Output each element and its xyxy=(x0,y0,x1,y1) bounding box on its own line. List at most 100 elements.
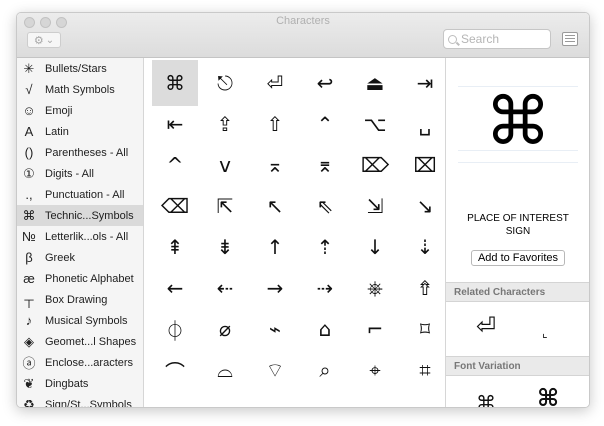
character-cell[interactable]: ⎋ xyxy=(202,60,248,106)
category-icon: ◈ xyxy=(24,333,34,349)
character-cell[interactable]: ⏎ xyxy=(252,60,298,106)
character-cell[interactable]: ⇥ xyxy=(402,60,444,106)
category-icon: ❦ xyxy=(23,375,35,391)
category-icon: ., xyxy=(25,187,33,202)
add-to-favorites-button[interactable]: Add to Favorites xyxy=(471,250,565,266)
sidebar-item-label: Bullets/Stars xyxy=(45,62,107,75)
sidebar-item-label: Geomet...l Shapes xyxy=(45,335,137,348)
character-cell[interactable]: ␣ xyxy=(402,101,444,147)
character-cell[interactable]: ⇧ xyxy=(252,101,298,147)
character-cell[interactable]: ⌗ xyxy=(402,347,444,393)
character-cell[interactable]: → xyxy=(252,265,298,311)
sidebar-item[interactable]: ✳ Bullets/Stars xyxy=(17,58,143,79)
sidebar-item-label: Sign/St...Symbols xyxy=(45,398,132,408)
search-field[interactable]: Search xyxy=(443,29,551,49)
category-icon: ✳ xyxy=(23,60,35,76)
window-title: Characters xyxy=(276,15,330,27)
category-icon: ┬ xyxy=(24,292,34,307)
character-cell[interactable]: ← xyxy=(152,265,198,311)
character-cell[interactable]: ⌕ xyxy=(302,347,348,393)
character-cell[interactable]: ⇤ xyxy=(152,101,198,147)
related-glyph[interactable]: ⏎ xyxy=(476,312,496,340)
sidebar-item-label: Punctuation - All xyxy=(45,188,125,201)
list-view-icon[interactable] xyxy=(562,32,578,46)
sidebar-item-label: Digits - All xyxy=(45,167,94,180)
character-cell[interactable]: ↖ xyxy=(252,183,298,229)
sidebar-item-label: Box Drawing xyxy=(45,293,108,306)
sidebar-item-label: Parentheses - All xyxy=(45,146,129,159)
character-cell[interactable]: ⏏ xyxy=(352,60,398,106)
sidebar-item[interactable]: () Parentheses - All xyxy=(17,142,143,163)
sidebar-item[interactable]: √ Math Symbols xyxy=(17,79,143,100)
character-cell[interactable]: ⏀ xyxy=(152,306,198,352)
character-cell[interactable]: ⇢ xyxy=(302,265,348,311)
sidebar-item-label: Musical Symbols xyxy=(45,314,128,327)
related-glyph[interactable]: ⌞ xyxy=(542,326,548,340)
character-cell[interactable]: ↩ xyxy=(302,60,348,106)
character-cell[interactable]: ⇱ xyxy=(202,183,248,229)
category-icon: ⓐ xyxy=(22,356,36,371)
character-cell[interactable]: v xyxy=(202,142,248,188)
title-bar: Characters ⚙ ⌄ Search xyxy=(17,13,589,58)
sidebar-item[interactable]: ♪ Musical Symbols xyxy=(17,310,143,331)
character-cell[interactable]: ⌫ xyxy=(152,183,198,229)
character-cell[interactable]: ↑ xyxy=(252,224,298,270)
character-cell[interactable]: ⇪ xyxy=(202,101,248,147)
sidebar-item[interactable]: ◈ Geomet...l Shapes xyxy=(17,331,143,352)
sidebar-item[interactable]: ┬ Box Drawing xyxy=(17,289,143,310)
character-cell[interactable]: ^ xyxy=(152,142,198,188)
font-variation-glyph[interactable]: ⌘ xyxy=(537,384,559,407)
character-cell[interactable]: ⌑ xyxy=(402,306,444,352)
character-cell[interactable]: ⌓ xyxy=(202,347,248,393)
sidebar-item[interactable]: ❦ Dingbats xyxy=(17,373,143,394)
related-characters-header: Related Characters xyxy=(446,282,589,302)
character-cell[interactable]: ⇮ xyxy=(402,265,444,311)
sidebar-item[interactable]: A Latin xyxy=(17,121,143,142)
character-cell[interactable]: ⎈ xyxy=(352,265,398,311)
character-cell[interactable]: ⇞ xyxy=(152,224,198,270)
category-icon: ♪ xyxy=(25,313,33,328)
character-cell[interactable]: ⇖ xyxy=(302,183,348,229)
character-cell[interactable]: ⌃ xyxy=(302,101,348,147)
character-cell[interactable]: ⇟ xyxy=(202,224,248,270)
gear-icon: ⚙ xyxy=(33,34,44,47)
action-menu-button[interactable]: ⚙ ⌄ xyxy=(27,32,61,48)
character-cell[interactable]: ⌧ xyxy=(402,142,444,188)
character-cell[interactable]: ⇡ xyxy=(302,224,348,270)
character-cell[interactable]: ⌂ xyxy=(302,306,348,352)
sidebar-item[interactable]: № Letterlik...ols - All xyxy=(17,226,143,247)
category-icon: √ xyxy=(25,82,33,97)
sidebar-item[interactable]: ⌘ Technic...Symbols xyxy=(17,205,143,226)
font-variation-glyph[interactable]: ⌘ xyxy=(476,391,496,407)
sidebar-item[interactable]: æ Phonetic Alphabet xyxy=(17,268,143,289)
character-cell[interactable]: ↓ xyxy=(352,224,398,270)
category-icon: ♻ xyxy=(23,396,35,408)
character-cell[interactable]: ⌖ xyxy=(352,347,398,393)
sidebar-item[interactable]: ⓐ Enclose...aracters xyxy=(17,352,143,373)
character-cell[interactable]: ⌥ xyxy=(352,101,398,147)
character-cell[interactable]: ⌆ xyxy=(302,142,348,188)
sidebar-item[interactable]: ♻ Sign/St...Symbols xyxy=(17,394,143,408)
character-cell[interactable]: ⌀ xyxy=(202,306,248,352)
sidebar-item-label: Letterlik...ols - All xyxy=(45,230,129,243)
sidebar-item[interactable]: ., Punctuation - All xyxy=(17,184,143,205)
sidebar-item[interactable]: ☺ Emoji xyxy=(17,100,143,121)
character-cell[interactable]: ⌒ xyxy=(152,347,198,393)
category-sidebar: ✳ Bullets/Stars √ Math Symbols ☺ Emoji A Latin (… xyxy=(17,58,144,407)
character-cell[interactable]: ⌦ xyxy=(352,142,398,188)
character-cell[interactable]: ⌅ xyxy=(252,142,298,188)
character-name-line1: PLACE OF INTEREST xyxy=(467,213,569,224)
character-cell[interactable]: ⌔ xyxy=(252,347,298,393)
sidebar-item-label: Latin xyxy=(45,125,69,138)
character-cell[interactable]: ⇲ xyxy=(352,183,398,229)
character-cell[interactable]: ↘ xyxy=(402,183,444,229)
character-cell[interactable]: ⌁ xyxy=(252,306,298,352)
character-cell[interactable]: ⌐ xyxy=(352,306,398,352)
character-cell[interactable]: ⇣ xyxy=(402,224,444,270)
characters-window: Characters ⚙ ⌄ Search ✳ Bullets/Stars √ Mat… xyxy=(16,12,590,408)
category-icon: β xyxy=(25,250,33,265)
sidebar-item[interactable]: β Greek xyxy=(17,247,143,268)
character-cell[interactable]: ⌘ xyxy=(152,60,198,106)
sidebar-item[interactable]: ① Digits - All xyxy=(17,163,143,184)
character-cell[interactable]: ⇠ xyxy=(202,265,248,311)
